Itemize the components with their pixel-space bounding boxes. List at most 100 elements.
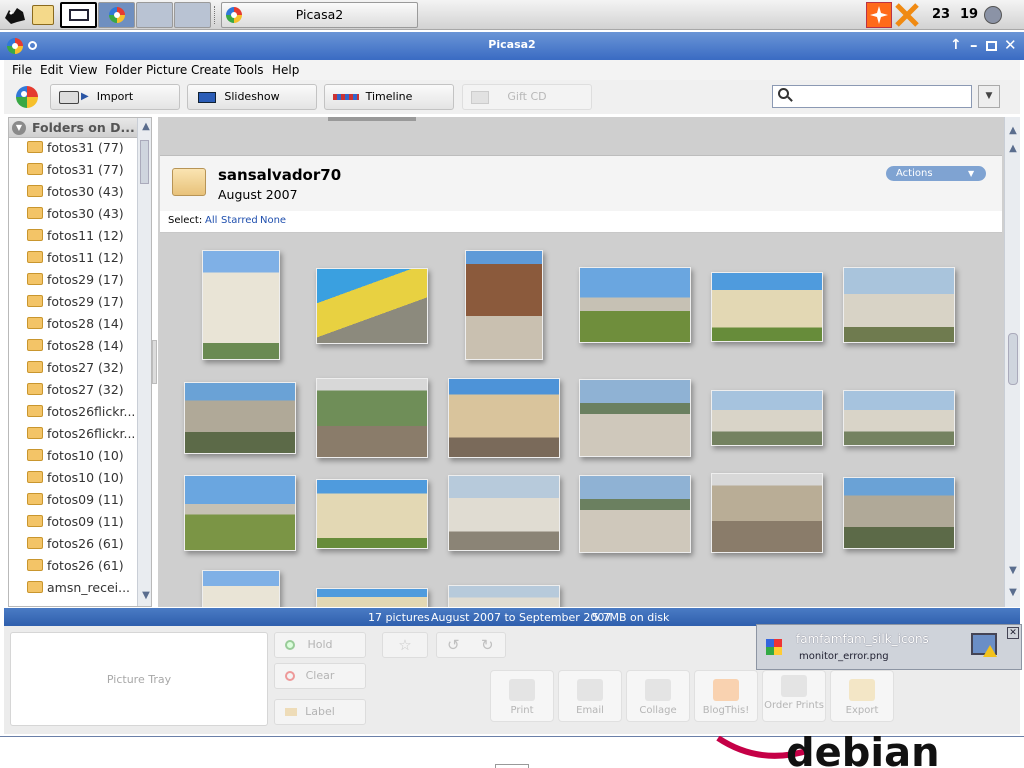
scroll-down-icon[interactable]: ▼ [1007, 565, 1019, 577]
menu-tools[interactable]: Tools [234, 63, 264, 77]
photo-thumbnail-6[interactable] [843, 267, 955, 343]
photo-thumbnail-14[interactable] [316, 479, 428, 549]
photo-thumbnail-4[interactable] [579, 267, 691, 343]
sidebar-folder-item[interactable]: fotos27 (32) [27, 360, 124, 380]
image-viewer-icon[interactable] [32, 5, 54, 25]
photo-thumbnail-10[interactable] [579, 379, 691, 457]
minimize-icon[interactable]: – [970, 36, 978, 54]
volume-icon[interactable] [984, 6, 1002, 24]
sidebar-folder-item[interactable]: fotos09 (11) [27, 514, 124, 534]
photo-thumbnail-8[interactable] [316, 378, 428, 458]
notification-close-icon[interactable]: ✕ [1007, 627, 1019, 639]
picasa-logo-icon[interactable] [16, 86, 38, 108]
folders-header[interactable]: ▼ Folders on D... [9, 118, 137, 138]
menu-create[interactable]: Create [191, 63, 231, 77]
sidebar-folder-item[interactable]: fotos28 (14) [27, 316, 124, 336]
photo-thumbnail-20[interactable] [316, 588, 428, 607]
sidebar-folder-item[interactable]: fotos26 (61) [27, 558, 124, 578]
photo-thumbnail-12[interactable] [843, 390, 955, 446]
main-scroll-thumb[interactable] [1008, 333, 1018, 385]
photo-thumbnail-21[interactable] [448, 585, 560, 607]
pane-splitter[interactable] [152, 340, 157, 384]
photo-thumbnail-16[interactable] [579, 475, 691, 553]
photo-thumbnail-17[interactable] [711, 473, 823, 553]
main-scrollbar[interactable]: ▲ ▲ ▼ ▼ [1004, 117, 1020, 607]
desktop-switcher-4[interactable] [174, 2, 211, 28]
network-error-icon[interactable] [894, 2, 920, 28]
rotate-right-icon[interactable]: ↻ [481, 636, 494, 654]
close-icon[interactable]: ✕ [1004, 36, 1017, 54]
photo-thumbnail-9[interactable] [448, 378, 560, 458]
photo-thumbnail-13[interactable] [184, 475, 296, 551]
timeline-button[interactable]: Timeline [324, 84, 454, 110]
hold-button[interactable]: Hold [274, 632, 366, 658]
email-button[interactable]: Email [558, 670, 622, 722]
actions-button[interactable]: Actions ▼ [886, 166, 986, 181]
sidebar-folder-item[interactable]: fotos29 (17) [27, 272, 124, 292]
photo-thumbnail-19[interactable] [202, 570, 280, 607]
menu-view[interactable]: View [69, 63, 97, 77]
window-titlebar[interactable]: Picasa2 ↑ – ✕ [0, 32, 1024, 60]
desktop-switcher-3[interactable] [136, 2, 173, 28]
search-options-button[interactable]: ▼ [978, 85, 1000, 108]
menu-folder[interactable]: Folder [105, 63, 142, 77]
label-button[interactable]: Label [274, 699, 366, 725]
photo-thumbnail-3[interactable] [465, 250, 543, 360]
photo-thumbnail-18[interactable] [843, 477, 955, 549]
scroll-up-icon[interactable]: ▲ [1007, 125, 1019, 137]
slideshow-button[interactable]: Slideshow [187, 84, 317, 110]
menu-edit[interactable]: Edit [40, 63, 63, 77]
clear-button[interactable]: Clear [274, 663, 366, 689]
scroll-up-icon[interactable]: ▲ [1007, 143, 1019, 155]
select-all-link[interactable]: All [205, 215, 217, 226]
sidebar-folder-item[interactable]: fotos31 (77) [27, 140, 124, 160]
menu-help[interactable]: Help [272, 63, 299, 77]
sidebar-folder-item[interactable]: fotos11 (12) [27, 228, 124, 248]
sidebar-scroll-thumb[interactable] [140, 140, 149, 184]
photo-thumbnail-7[interactable] [184, 382, 296, 454]
select-none-link[interactable]: None [260, 215, 286, 226]
notification-popup[interactable]: famfamfam_silk_icons monitor_error.png ✕ [756, 624, 1022, 670]
maximize-icon[interactable] [986, 41, 997, 51]
shade-up-icon[interactable]: ↑ [950, 37, 962, 53]
photo-thumbnail-5[interactable] [711, 272, 823, 342]
menu-picture[interactable]: Picture [146, 63, 187, 77]
sidebar-folder-item[interactable]: fotos27 (32) [27, 382, 124, 402]
scroll-down-icon[interactable]: ▼ [1007, 587, 1019, 599]
debian-launcher-icon[interactable] [3, 4, 27, 26]
scroll-down-icon[interactable]: ▼ [140, 590, 151, 602]
rotate-left-icon[interactable]: ↺ [447, 636, 460, 654]
star-button[interactable]: ☆ [382, 632, 428, 658]
sidebar-scrollbar[interactable]: ▲ ▼ [137, 118, 151, 606]
gift-cd-button[interactable]: Gift CD [462, 84, 592, 110]
blogthis-button[interactable]: BlogThis! [694, 670, 758, 722]
print-button[interactable]: Print [490, 670, 554, 722]
flash-icon[interactable] [866, 2, 892, 28]
desktop-switcher-1[interactable] [60, 2, 97, 28]
sidebar-folder-item[interactable]: amsn_recei... [27, 580, 130, 600]
photo-thumbnail-11[interactable] [711, 390, 823, 446]
sidebar-folder-item[interactable]: fotos10 (10) [27, 470, 124, 490]
sidebar-folder-item[interactable]: fotos26flickr... [27, 404, 135, 424]
scroll-up-icon[interactable]: ▲ [140, 121, 151, 133]
search-box[interactable] [772, 85, 972, 108]
collapse-icon[interactable]: ▼ [12, 121, 26, 135]
taskbar-picasa2[interactable]: Picasa2 [221, 2, 418, 28]
order-prints-button[interactable]: Order Prints [762, 670, 826, 722]
sidebar-folder-item[interactable]: fotos29 (17) [27, 294, 124, 314]
collage-button[interactable]: Collage [626, 670, 690, 722]
sidebar-folder-item[interactable]: fotos11 (12) [27, 250, 124, 270]
menu-file[interactable]: File [12, 63, 32, 77]
sidebar-folder-item[interactable]: fotos28 (14) [27, 338, 124, 358]
import-button[interactable]: ▶ Import [50, 84, 180, 110]
sidebar-folder-item[interactable]: fotos30 (43) [27, 206, 124, 226]
sidebar-folder-item[interactable]: fotos10 (10) [27, 448, 124, 468]
sidebar-folder-item[interactable]: fotos09 (11) [27, 492, 124, 512]
photo-thumbnail-2[interactable] [316, 268, 428, 344]
desktop-switcher-2[interactable] [98, 2, 135, 28]
select-starred-link[interactable]: Starred [221, 215, 258, 226]
sidebar-folder-item[interactable]: fotos26 (61) [27, 536, 124, 556]
picture-tray[interactable]: Picture Tray [10, 632, 268, 726]
photo-thumbnail-1[interactable] [202, 250, 280, 360]
sidebar-folder-item[interactable]: fotos30 (43) [27, 184, 124, 204]
